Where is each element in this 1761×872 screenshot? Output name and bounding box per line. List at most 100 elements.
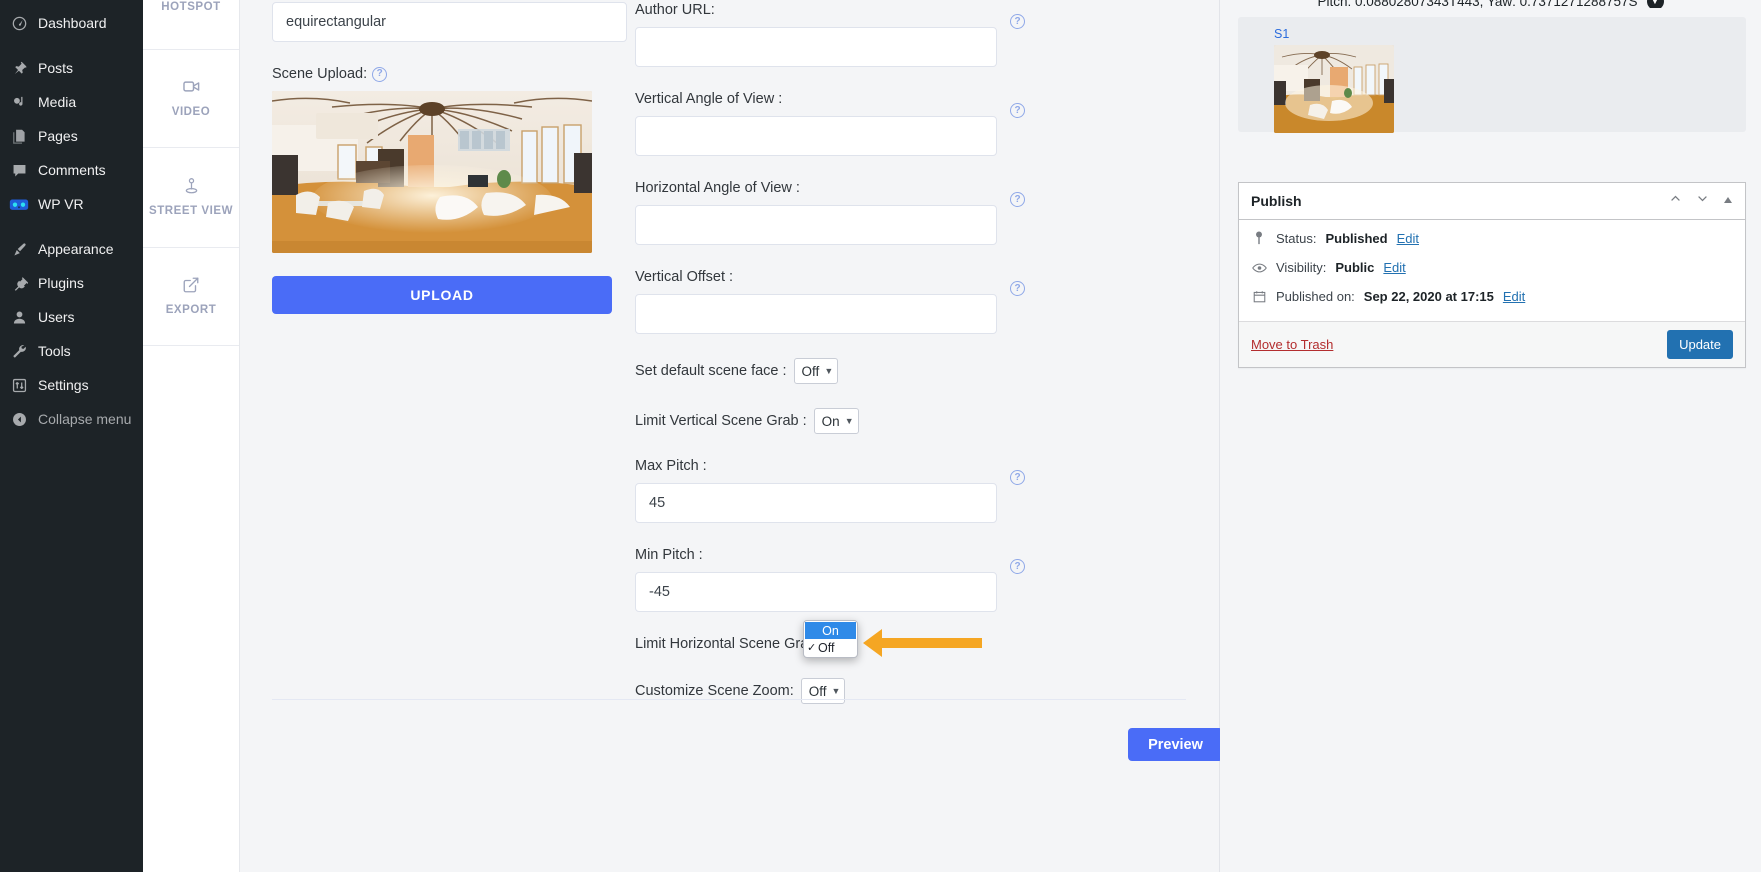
- min-pitch-field: Min Pitch : ?: [635, 547, 1025, 612]
- max-pitch-input[interactable]: [635, 483, 997, 523]
- sidebar-item-label: Appearance: [38, 241, 114, 257]
- upload-button[interactable]: UPLOAD: [272, 276, 612, 314]
- sidebar-item-users[interactable]: Users: [0, 300, 143, 334]
- paintbrush-icon: [9, 239, 29, 259]
- wpvr-tab-rail: HOTSPOT VIDEO STREET VIEW EXPORT: [143, 0, 240, 872]
- sidebar-item-settings[interactable]: Settings: [0, 368, 143, 402]
- wordpress-admin-screen: Dashboard Posts Media Pages Comments WP …: [0, 0, 1761, 872]
- scene-type-input[interactable]: [272, 2, 627, 42]
- publish-panel-title: Publish: [1251, 193, 1302, 209]
- form-footer-divider: [272, 699, 1186, 700]
- rail-tab-label: HOTSPOT: [161, 1, 221, 13]
- sidebar-item-tools[interactable]: Tools: [0, 334, 143, 368]
- street-view-pin-icon: [183, 176, 200, 195]
- max-pitch-label: Max Pitch :: [635, 458, 707, 474]
- external-link-icon: [182, 276, 200, 294]
- move-up-icon[interactable]: [1669, 192, 1682, 210]
- tab-hotspot[interactable]: HOTSPOT: [143, 0, 239, 50]
- limit-vertical-grab-row: Limit Vertical Scene Grab : On ▼: [635, 408, 997, 434]
- form-right-column: Author URL: ? Vertical Angle of View : ?…: [635, 0, 1025, 728]
- min-pitch-input[interactable]: [635, 572, 997, 612]
- sidebar-item-pages[interactable]: Pages: [0, 119, 143, 153]
- sidebar-item-label: Tools: [38, 343, 71, 359]
- sidebar-item-label: Pages: [38, 128, 78, 144]
- wrench-icon: [9, 341, 29, 361]
- pitch-yaw-readout: Pitch: 0.08802807343T443, Yaw: 0.7371271…: [1236, 0, 1745, 8]
- published-on-row: Published on: Sep 22, 2020 at 17:15 Edit: [1251, 290, 1733, 303]
- move-to-trash-link[interactable]: Move to Trash: [1251, 337, 1333, 352]
- info-icon[interactable]: ?: [1010, 470, 1025, 485]
- vertical-angle-input[interactable]: [635, 116, 997, 156]
- vertical-offset-field: Vertical Offset : ?: [635, 269, 1025, 334]
- horizontal-angle-input[interactable]: [635, 205, 997, 245]
- publish-panel-header: Publish: [1239, 183, 1745, 220]
- chevron-down-icon: ▼: [831, 686, 841, 696]
- dropdown-option-on[interactable]: On: [805, 622, 856, 639]
- vertical-angle-label: Vertical Angle of View :: [635, 91, 783, 107]
- published-on-edit-link[interactable]: Edit: [1503, 290, 1525, 303]
- sidebar-item-plugins[interactable]: Plugins: [0, 266, 143, 300]
- sidebar-item-label: Users: [38, 309, 75, 325]
- info-icon[interactable]: ?: [1010, 14, 1025, 29]
- tab-export[interactable]: EXPORT: [143, 248, 239, 346]
- default-scene-face-select[interactable]: Off ▼: [793, 358, 839, 384]
- customize-scene-zoom-label: Customize Scene Zoom:: [635, 683, 794, 699]
- chevron-down-icon: ▼: [824, 366, 834, 376]
- rail-tab-label: STREET VIEW: [148, 205, 233, 218]
- status-edit-link[interactable]: Edit: [1397, 232, 1419, 245]
- pitch-yaw-text: Pitch: 0.08802807343T443, Yaw: 0.7371271…: [1317, 0, 1638, 8]
- scene-panorama-preview[interactable]: [272, 91, 592, 253]
- video-camera-icon: [182, 77, 201, 96]
- info-icon[interactable]: ?: [1010, 281, 1025, 296]
- author-url-input[interactable]: [635, 27, 997, 67]
- right-sidebar: Pitch: 0.08802807343T443, Yaw: 0.7371271…: [1220, 0, 1761, 872]
- info-icon[interactable]: ?: [1010, 559, 1025, 574]
- limit-vertical-grab-select[interactable]: On ▼: [813, 408, 859, 434]
- vertical-offset-label: Vertical Offset :: [635, 269, 734, 285]
- rail-tab-label: EXPORT: [165, 303, 217, 316]
- min-pitch-label: Min Pitch :: [635, 547, 703, 563]
- info-icon[interactable]: ?: [1010, 103, 1025, 118]
- arrow-head-icon: [863, 629, 882, 657]
- sidebar-item-dashboard[interactable]: Dashboard: [0, 6, 143, 40]
- toggle-panel-icon[interactable]: [1723, 192, 1733, 210]
- author-url-field: Author URL: ?: [635, 2, 1025, 67]
- publish-panel-footer: Move to Trash Update: [1239, 321, 1745, 367]
- plug-icon: [9, 273, 29, 293]
- limit-vertical-grab-label: Limit Vertical Scene Grab :: [635, 413, 807, 429]
- update-button[interactable]: Update: [1667, 330, 1733, 359]
- sidebar-item-wp-vr[interactable]: WP VR: [0, 187, 143, 221]
- move-down-icon[interactable]: [1696, 192, 1709, 210]
- scene-list-tray: S1: [1238, 17, 1746, 133]
- vertical-offset-input[interactable]: [635, 294, 997, 334]
- info-icon[interactable]: ?: [1010, 192, 1025, 207]
- visibility-row: Visibility: Public Edit: [1251, 261, 1733, 274]
- chevron-down-circle-icon[interactable]: ▼: [1646, 0, 1664, 8]
- preview-button[interactable]: Preview: [1128, 728, 1223, 761]
- limit-horizontal-grab-dropdown[interactable]: On ✓ Off: [803, 620, 858, 658]
- default-scene-face-label: Set default scene face :: [635, 363, 787, 379]
- eye-icon: [1251, 262, 1267, 274]
- visibility-edit-link[interactable]: Edit: [1383, 261, 1405, 274]
- customize-scene-zoom-select[interactable]: Off ▼: [800, 678, 846, 704]
- tab-street-view[interactable]: STREET VIEW: [143, 148, 239, 248]
- scene-thumbnail[interactable]: [1274, 45, 1394, 133]
- collapse-icon: [9, 409, 29, 429]
- vr-goggles-icon: [9, 194, 29, 214]
- scene-type-field: [272, 2, 627, 42]
- sidebar-item-posts[interactable]: Posts: [0, 51, 143, 85]
- checkmark-icon: ✓: [807, 642, 817, 654]
- dropdown-option-off[interactable]: ✓ Off: [805, 639, 856, 656]
- wp-admin-sidebar: Dashboard Posts Media Pages Comments WP …: [0, 0, 143, 872]
- status-value: Published: [1325, 230, 1388, 246]
- sidebar-item-collapse-menu[interactable]: Collapse menu: [0, 402, 143, 436]
- sidebar-item-appearance[interactable]: Appearance: [0, 232, 143, 266]
- sidebar-item-media[interactable]: Media: [0, 85, 143, 119]
- pages-icon: [9, 126, 29, 146]
- tab-video[interactable]: VIDEO: [143, 50, 239, 148]
- pin-marker-icon: [1251, 231, 1267, 245]
- info-icon[interactable]: ?: [372, 66, 388, 82]
- sidebar-item-comments[interactable]: Comments: [0, 153, 143, 187]
- publish-panel: Publish Status: Published Edit Visibilit…: [1238, 182, 1746, 368]
- calendar-icon: [1251, 290, 1267, 303]
